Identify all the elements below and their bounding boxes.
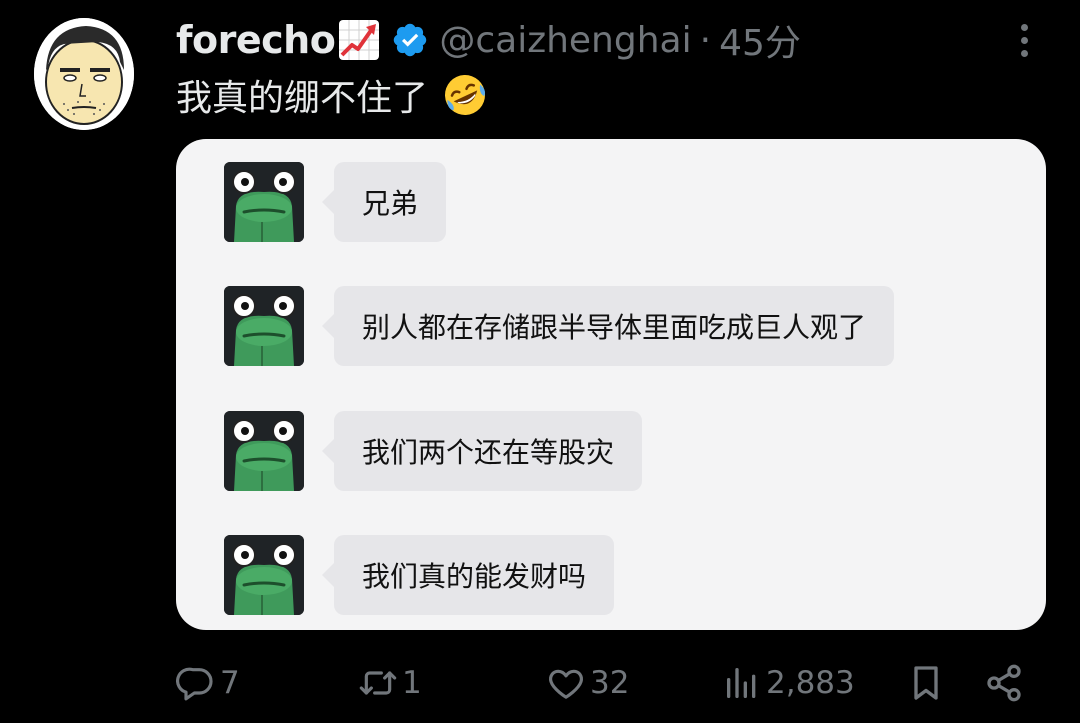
share-icon	[987, 664, 1021, 702]
chat-bubble: 我们两个还在等股灾	[321, 411, 643, 491]
share-button[interactable]	[984, 655, 1024, 711]
reply-count: 7	[220, 665, 240, 701]
avatar-cartoon-face-icon	[34, 18, 134, 130]
chat-bubble: 兄弟	[321, 162, 447, 242]
tweet-timestamp[interactable]: 45分	[719, 14, 801, 66]
view-count: 2,883	[766, 665, 855, 701]
rolling-on-floor-laughing-icon	[445, 75, 486, 115]
author-handle[interactable]: @caizhenghai	[439, 20, 691, 61]
reply-button[interactable]: 7	[176, 655, 240, 711]
frog-avatar-icon	[224, 411, 304, 491]
chat-bubble: 我们真的能发财吗	[321, 535, 615, 615]
bookmark-button[interactable]	[906, 655, 946, 711]
reply-icon	[176, 667, 213, 701]
bookmark-icon	[914, 666, 938, 700]
views-chart-icon	[727, 668, 756, 698]
frog-avatar-icon	[224, 162, 304, 242]
heart-icon	[549, 669, 583, 699]
verified-badge-icon	[394, 23, 427, 57]
more-dot-icon	[1020, 49, 1028, 57]
chat-bubble: 别人都在存储跟半导体里面吃成巨人观了	[321, 286, 895, 366]
retweet-icon	[359, 671, 397, 695]
tweet-actions: 7 1 32 2,883	[0, 655, 1080, 711]
retweet-count: 1	[402, 665, 422, 701]
header-separator: ·	[699, 19, 712, 61]
author-display-name[interactable]: forecho	[176, 18, 336, 62]
chart-increasing-icon	[337, 18, 381, 62]
more-dot-icon	[1020, 23, 1028, 31]
tweet-text-content: 我真的绷不住了	[176, 78, 429, 119]
like-count: 32	[590, 665, 630, 701]
tweet: forecho @caizhenghai · 45分 我真的绷不住了 兄弟 别人…	[0, 0, 1080, 723]
frog-avatar-icon	[224, 535, 304, 615]
views-button[interactable]: 2,883	[722, 655, 855, 711]
retweet-button[interactable]: 1	[358, 655, 422, 711]
like-button[interactable]: 32	[546, 655, 629, 711]
tweet-header: forecho @caizhenghai · 45分	[176, 14, 801, 66]
more-options-button[interactable]	[1006, 18, 1042, 62]
tweet-text: 我真的绷不住了	[176, 70, 488, 120]
media-image[interactable]: 兄弟 别人都在存储跟半导体里面吃成巨人观了 我们两个还在等股灾 我们真的能发财吗	[176, 139, 1046, 630]
frog-avatar-icon	[224, 286, 304, 366]
author-avatar[interactable]	[34, 18, 134, 130]
more-dot-icon	[1020, 36, 1028, 44]
